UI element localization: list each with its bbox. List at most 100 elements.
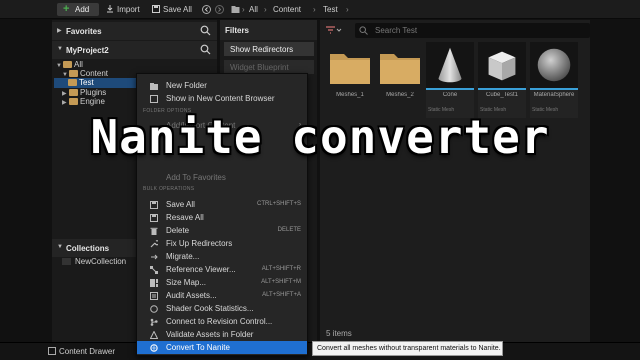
menu-item-label: Delete	[166, 226, 190, 235]
trash-icon	[150, 227, 158, 235]
asset-name: Cone	[442, 92, 458, 98]
filter-icon[interactable]	[325, 25, 343, 36]
shader-icon	[150, 305, 158, 313]
menu-item-validate-assets[interactable]: Validate Assets in Folder	[137, 328, 307, 341]
tooltip: Convert all meshes without transparent m…	[312, 341, 503, 356]
project-title: MyProject2	[66, 46, 109, 55]
breadcrumb-separator: ›	[242, 5, 245, 14]
menu-item-resave-all[interactable]: Resave All	[137, 211, 307, 224]
asset-tile[interactable]: Cube_Test1 Static Mesh	[478, 42, 526, 118]
menu-item-label: Migrate...	[166, 252, 200, 261]
favorites-header[interactable]: ▶ Favorites	[52, 22, 217, 40]
menu-item-audit-assets[interactable]: Audit Assets... ALT+SHIFT+A	[137, 289, 307, 302]
favorites-title: Favorites	[66, 27, 102, 36]
folder-icon	[69, 70, 78, 77]
menu-item-size-map[interactable]: Size Map... ALT+SHIFT+M	[137, 276, 307, 289]
menu-item-shortcut: ALT+SHIFT+R	[261, 266, 301, 272]
tree-item-label: Test	[79, 78, 94, 87]
filter-show-redirectors[interactable]: Show Redirectors	[224, 42, 314, 56]
save-icon	[152, 5, 160, 13]
save-all-label: Save All	[163, 5, 192, 14]
revision-control-icon	[150, 318, 158, 326]
menu-item-shader-cook-statistics[interactable]: Shader Cook Statistics...	[137, 302, 307, 315]
collapse-arrow-icon: ▼	[57, 46, 63, 52]
folder-icon	[380, 54, 420, 84]
menu-item-save-all[interactable]: Save All CTRL+SHIFT+S	[137, 198, 307, 211]
items-count: 5 items	[326, 329, 352, 338]
reference-viewer-icon	[150, 266, 158, 274]
collapse-arrow-icon: ▼	[57, 244, 63, 250]
forward-icon[interactable]	[215, 5, 224, 14]
content-drawer-button[interactable]: Content Drawer	[48, 347, 115, 356]
project-header[interactable]: ▼ MyProject2	[52, 41, 217, 59]
asset-tile[interactable]: Cone Static Mesh	[426, 42, 474, 118]
tree-item-label: All	[74, 60, 83, 69]
menu-item-reference-viewer[interactable]: Reference Viewer... ALT+SHIFT+R	[137, 263, 307, 276]
cone-mesh-icon	[426, 42, 474, 90]
menu-item-convert-to-nanite[interactable]: Convert To Nanite	[137, 341, 307, 354]
asset-name: Cube_Test1	[485, 92, 519, 98]
search-icon[interactable]	[200, 25, 211, 36]
search-icon	[359, 26, 368, 35]
drawer-icon	[48, 347, 56, 355]
asset-tile[interactable]: Meshes_1	[326, 42, 374, 118]
breadcrumb-test[interactable]: Test	[323, 4, 338, 15]
overlay-title: Nanite converter	[90, 110, 550, 164]
breadcrumb-separator: ›	[346, 5, 349, 14]
back-icon[interactable]	[202, 5, 211, 14]
cube-mesh-icon	[478, 42, 526, 90]
asset-tile[interactable]: MaterialSphere Static Mesh	[530, 42, 578, 118]
import-button[interactable]: Import	[106, 4, 140, 15]
expand-arrow-icon: ▶	[57, 28, 62, 34]
folder-icon	[63, 61, 72, 68]
menu-item-shortcut: CTRL+SHIFT+S	[256, 201, 301, 207]
menu-item-label: Save All	[166, 200, 195, 209]
add-button[interactable]: + Add	[57, 3, 99, 16]
asset-name: Meshes_1	[336, 92, 364, 98]
filters-title: Filters	[220, 20, 317, 40]
breadcrumb-all[interactable]: All	[249, 4, 258, 15]
tree-item-test[interactable]: Test	[54, 78, 144, 88]
search-input[interactable]: Search Test	[355, 23, 590, 38]
sphere-mesh-icon	[530, 42, 578, 90]
menu-item-label: Audit Assets...	[166, 291, 217, 300]
toolbar: + Add Import Save All › All › Content › …	[0, 0, 640, 19]
menu-item-new-folder[interactable]: New Folder	[137, 79, 307, 92]
menu-item-label: Add To Favorites	[166, 173, 226, 182]
menu-item-shortcut: ALT+SHIFT+M	[261, 279, 301, 285]
validate-icon	[150, 331, 158, 339]
menu-item-label: Connect to Revision Control...	[166, 317, 273, 326]
save-all-button[interactable]: Save All	[152, 4, 192, 15]
menu-item-label: Size Map...	[166, 278, 207, 287]
plus-icon: +	[63, 3, 70, 15]
folder-icon	[69, 98, 78, 105]
collection-item[interactable]: NewCollection	[62, 257, 126, 267]
menu-item-label: Fix Up Redirectors	[166, 239, 233, 248]
size-map-icon	[150, 279, 158, 287]
tree-item-label: Plugins	[80, 88, 107, 97]
menu-item-shortcut: ALT+SHIFT+A	[262, 292, 301, 298]
menu-item-delete[interactable]: Delete DELETE	[137, 224, 307, 237]
menu-item-show-in-new-browser[interactable]: Show in New Content Browser	[137, 92, 307, 105]
menu-item-connect-revision-control[interactable]: Connect to Revision Control...	[137, 315, 307, 328]
filter-dropdown-icon	[326, 26, 342, 34]
breadcrumb-content[interactable]: Content	[273, 4, 301, 15]
nanite-icon	[150, 344, 158, 352]
menu-item-fix-up-redirectors[interactable]: Fix Up Redirectors	[137, 237, 307, 250]
wrench-icon	[150, 240, 158, 248]
search-icon[interactable]	[200, 44, 211, 55]
folder-icon	[69, 89, 78, 96]
import-icon	[107, 5, 113, 13]
menu-item-label: Reference Viewer...	[166, 265, 236, 274]
menu-item-migrate[interactable]: Migrate...	[137, 250, 307, 263]
menu-section-header: BULK OPERATIONS	[143, 186, 195, 192]
asset-name: MaterialSphere	[533, 92, 575, 98]
asset-tile[interactable]: Meshes_2	[376, 42, 424, 118]
filter-widget-blueprint[interactable]: Widget Blueprint	[224, 60, 314, 74]
browser-icon	[150, 95, 158, 103]
menu-item-add-to-favorites[interactable]: Add To Favorites	[137, 171, 307, 184]
menu-item-label: New Folder	[166, 81, 207, 90]
tree-item-engine[interactable]: ▶ Engine	[62, 97, 105, 107]
content-drawer-label: Content Drawer	[59, 347, 116, 356]
breadcrumb-separator: ›	[313, 5, 316, 14]
